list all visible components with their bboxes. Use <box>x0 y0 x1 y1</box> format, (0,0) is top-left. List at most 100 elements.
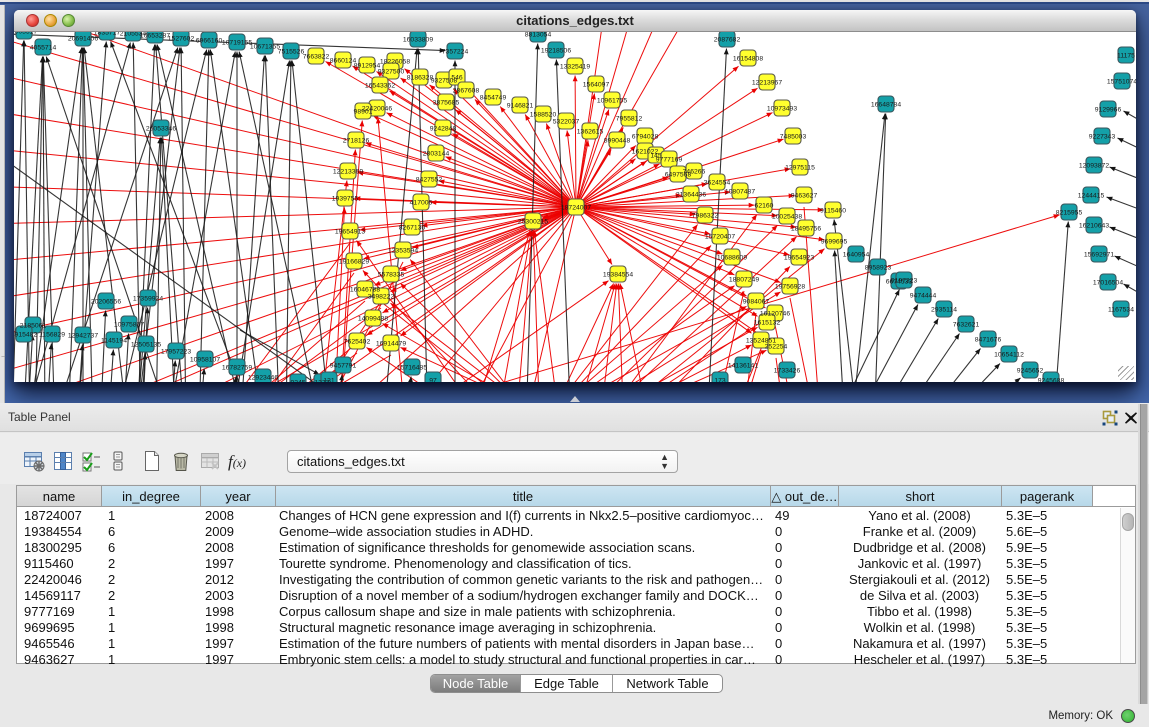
svg-text:18495756: 18495756 <box>791 225 821 232</box>
svg-text:3498222: 3498222 <box>368 293 395 300</box>
svg-text:12975115: 12975115 <box>785 164 815 171</box>
svg-text:19756928: 19756928 <box>775 283 805 290</box>
svg-text:1527602: 1527602 <box>168 35 195 42</box>
svg-text:12942737: 12942737 <box>68 332 98 339</box>
svg-text:16543362: 16543362 <box>365 82 395 89</box>
svg-text:20691406: 20691406 <box>68 35 98 42</box>
svg-text:252254: 252254 <box>765 343 788 350</box>
svg-text:10807487: 10807487 <box>725 188 755 195</box>
svg-text:18724007: 18724007 <box>561 204 591 211</box>
svg-text:9474444: 9474444 <box>910 292 937 299</box>
svg-text:14099488: 14099488 <box>358 315 388 322</box>
svg-text:15720407: 15720407 <box>705 233 735 240</box>
svg-text:7663822: 7663822 <box>303 53 330 60</box>
svg-text:8990448: 8990448 <box>604 137 631 144</box>
svg-text:17016504: 17016504 <box>1093 279 1123 286</box>
svg-text:10961755: 10961755 <box>597 97 627 104</box>
svg-text:25300215: 25300215 <box>518 218 548 225</box>
svg-text:11175: 11175 <box>1117 52 1135 59</box>
svg-text:19654913: 19654913 <box>335 228 365 235</box>
svg-text:1564097: 1564097 <box>583 81 610 88</box>
svg-text:19166829: 19166829 <box>339 258 369 265</box>
svg-text:9245: 9245 <box>290 379 305 382</box>
svg-text:9146821: 9146821 <box>507 102 534 109</box>
svg-text:10958107: 10958107 <box>190 356 220 363</box>
svg-text:5322037: 5322037 <box>553 118 580 125</box>
svg-text:1640954: 1640954 <box>843 251 870 258</box>
svg-text:3875685: 3875685 <box>433 99 460 106</box>
svg-text:8471676: 8471676 <box>975 336 1002 343</box>
svg-text:10671355: 10671355 <box>250 43 280 50</box>
svg-text:10975867: 10975867 <box>114 321 144 328</box>
svg-text:19218506: 19218506 <box>541 47 571 54</box>
svg-text:1905517: 1905517 <box>14 32 37 35</box>
svg-text:9245652: 9245652 <box>1017 367 1044 374</box>
svg-text:2718126: 2718126 <box>343 137 370 144</box>
svg-text:546: 546 <box>451 74 463 81</box>
svg-text:1167534: 1167534 <box>1108 306 1134 313</box>
svg-text:9197323: 9197323 <box>891 277 918 284</box>
svg-text:2935114: 2935114 <box>931 306 957 313</box>
svg-text:20206556: 20206556 <box>91 298 121 305</box>
svg-text:19384554: 19384554 <box>603 271 633 278</box>
svg-text:7515526: 7515526 <box>278 48 305 55</box>
svg-text:16914479: 16914479 <box>376 340 406 347</box>
svg-text:10973493: 10973493 <box>767 105 797 112</box>
svg-text:9777169: 9777169 <box>656 156 683 163</box>
svg-text:2185061: 2185061 <box>20 322 47 329</box>
svg-text:1733426: 1733426 <box>774 367 801 374</box>
svg-text:9245688: 9245688 <box>1038 377 1065 382</box>
svg-text:1835717: 1835717 <box>94 32 121 36</box>
svg-text:9227343: 9227343 <box>1089 133 1116 140</box>
svg-text:17957223: 17957223 <box>161 348 191 355</box>
svg-text:131: 131 <box>323 377 335 382</box>
svg-text:1145194: 1145194 <box>101 337 127 344</box>
svg-text:12923446: 12923446 <box>248 374 278 381</box>
svg-text:10654112: 10654112 <box>994 351 1024 358</box>
svg-text:8427552: 8427552 <box>416 176 443 183</box>
svg-text:15692971: 15692971 <box>1084 251 1114 258</box>
svg-text:14136141: 14136141 <box>728 362 758 369</box>
svg-text:7632621: 7632621 <box>953 321 980 328</box>
svg-text:19654923: 19654923 <box>784 254 814 261</box>
svg-text:7955812: 7955812 <box>616 115 643 122</box>
svg-text:1588520: 1588520 <box>530 111 557 118</box>
svg-text:10719155: 10719155 <box>222 39 252 46</box>
svg-text:10688609: 10688609 <box>717 254 747 261</box>
svg-text:17359924: 17359924 <box>133 295 163 302</box>
svg-text:18226058: 18226058 <box>380 58 410 65</box>
svg-text:10653287: 10653287 <box>140 32 170 39</box>
svg-text:9115460: 9115460 <box>820 207 846 214</box>
svg-text:16154808: 16154808 <box>733 55 763 62</box>
svg-text:1939755: 1939755 <box>332 195 359 202</box>
svg-text:6966160: 6966160 <box>196 37 223 44</box>
svg-text:12213967: 12213967 <box>752 79 782 86</box>
svg-text:1615132: 1615132 <box>754 319 781 326</box>
svg-text:7625402: 7625402 <box>344 338 371 345</box>
svg-text:7357224: 7357224 <box>442 48 469 55</box>
svg-text:16046788: 16046788 <box>350 286 380 293</box>
svg-text:2087682: 2087682 <box>714 36 741 43</box>
svg-text:12093872: 12093872 <box>1079 162 1109 169</box>
svg-text:98901: 98901 <box>354 108 373 115</box>
svg-text:62160: 62160 <box>755 202 774 209</box>
svg-text:8215955: 8215955 <box>1056 209 1083 216</box>
svg-text:15716485: 15716485 <box>397 364 427 371</box>
svg-text:173: 173 <box>714 377 726 382</box>
svg-text:8660124: 8660124 <box>330 57 357 64</box>
svg-text:9457791: 9457791 <box>330 362 357 369</box>
svg-text:1362615: 1362615 <box>577 128 604 135</box>
svg-text:97: 97 <box>429 377 437 382</box>
svg-text:16782759: 16782759 <box>222 364 252 371</box>
svg-text:8267130: 8267130 <box>399 224 426 231</box>
svg-text:8813054: 8813054 <box>525 32 552 38</box>
svg-text:12213369: 12213369 <box>333 168 363 175</box>
svg-text:5578335: 5578335 <box>378 271 405 278</box>
svg-text:9129966: 9129966 <box>1095 106 1122 113</box>
svg-text:9242848: 9242848 <box>430 125 457 132</box>
svg-text:8186328: 8186328 <box>407 74 434 81</box>
svg-text:8958923: 8958923 <box>865 264 892 271</box>
svg-text:16648784: 16648784 <box>871 101 901 108</box>
svg-text:2867608: 2867608 <box>453 87 480 94</box>
svg-text:417006: 417006 <box>410 199 433 206</box>
